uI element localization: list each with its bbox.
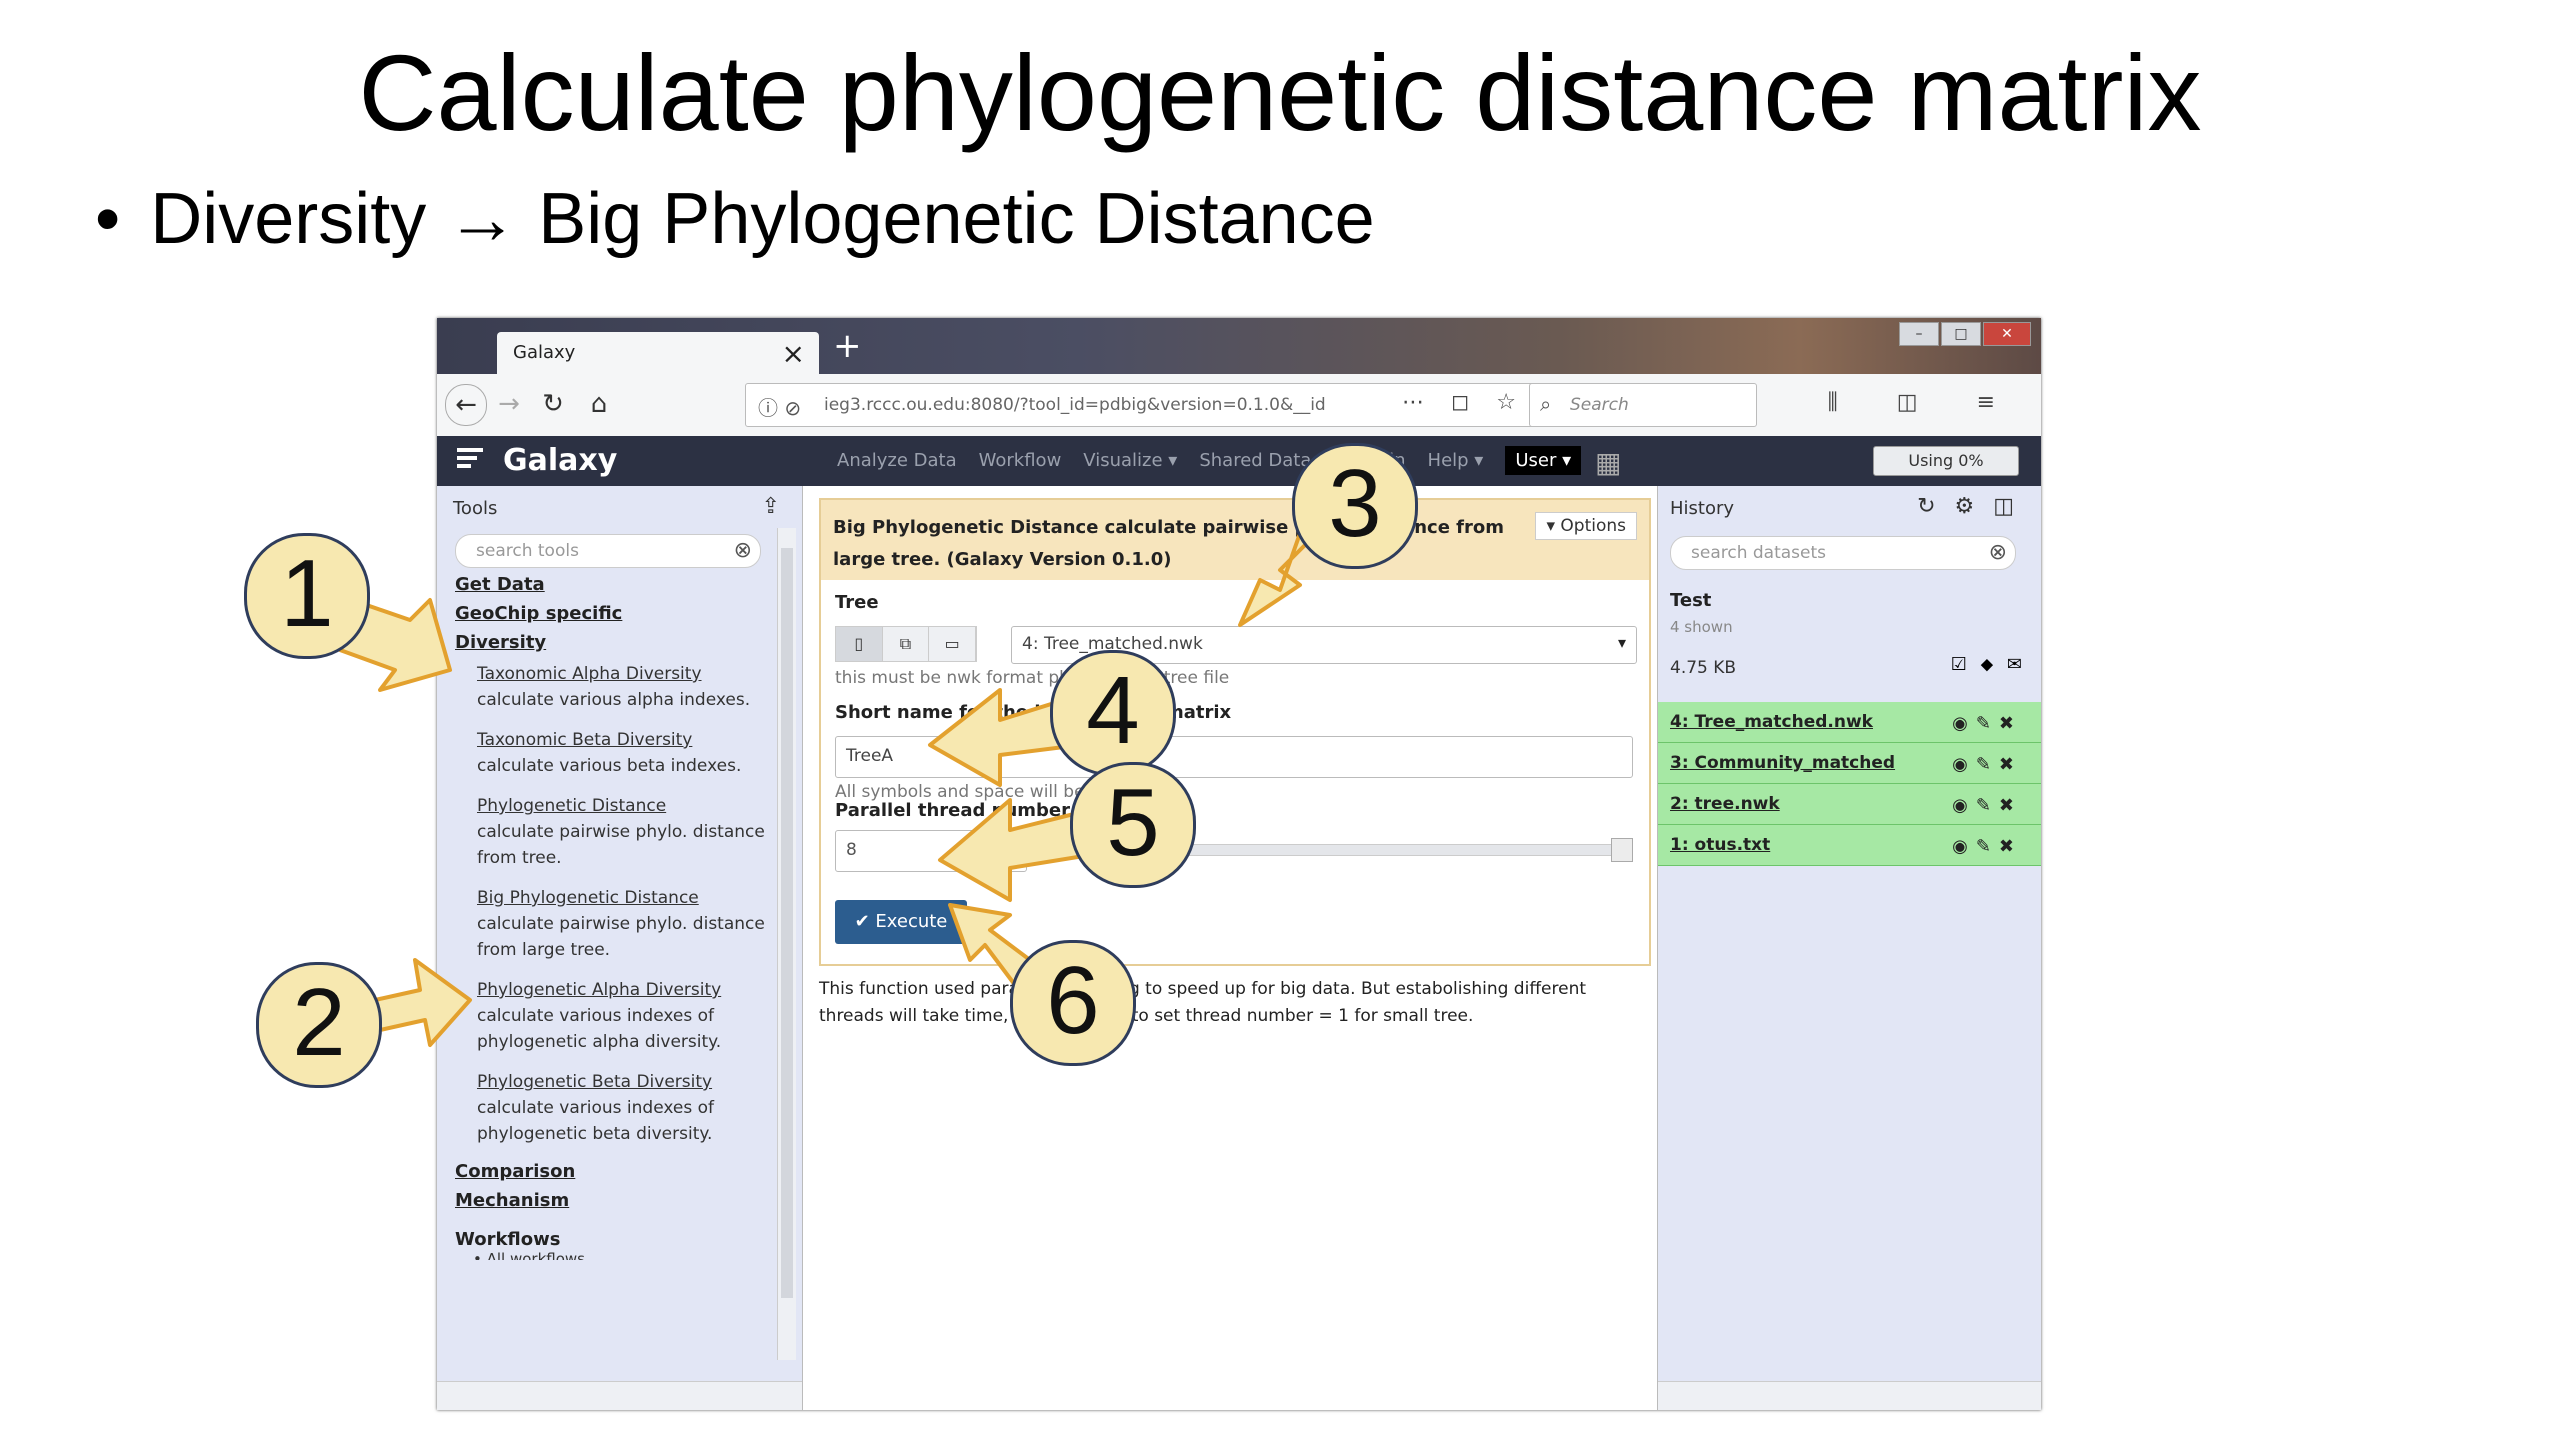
callout-3: 3 [1292,443,1418,569]
arrow-5 [938,798,1092,902]
annotation-arrows [338,503,1332,1047]
arrow-2 [373,958,472,1047]
callout-5: 5 [1070,762,1196,888]
callout-2: 2 [256,962,382,1088]
callout-1: 1 [244,533,370,659]
callout-6: 6 [1010,940,1136,1066]
callout-4: 4 [1050,650,1176,776]
